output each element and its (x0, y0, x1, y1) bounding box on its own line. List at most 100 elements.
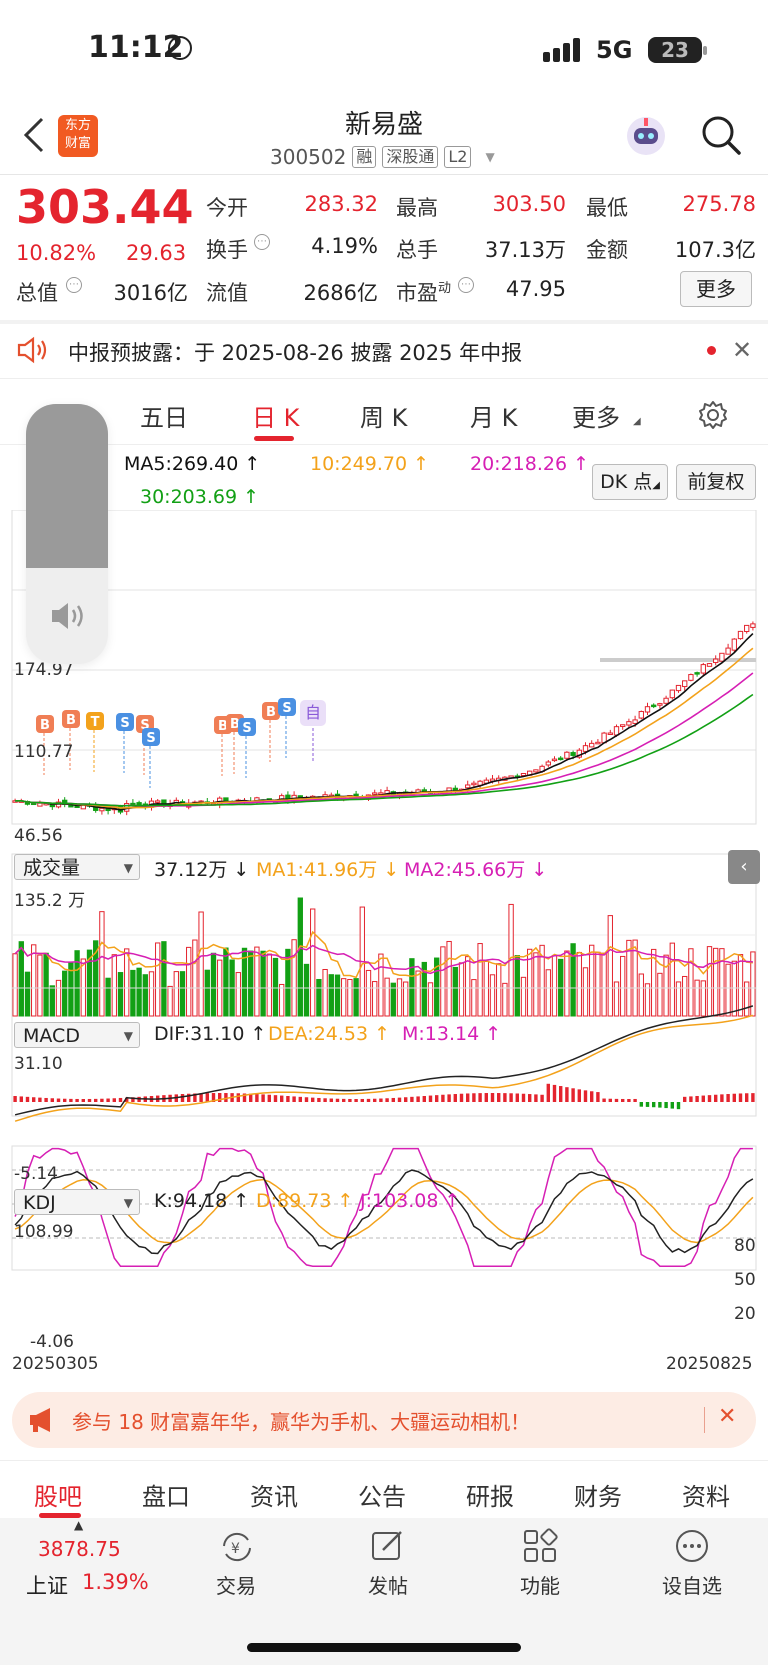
home-indicator[interactable] (247, 1643, 521, 1652)
info-icon[interactable]: ⋯ (254, 234, 270, 250)
trade-icon[interactable]: ¥ (218, 1530, 256, 1564)
close-icon[interactable]: ✕ (732, 336, 752, 364)
info-icon[interactable]: ⋯ (66, 277, 82, 293)
add-watchlist-button[interactable]: 设自选 (642, 1570, 742, 1599)
volume-bar (496, 963, 502, 1017)
tab-financials[interactable]: 财务 (574, 1477, 622, 1512)
volume-bar (477, 943, 483, 1017)
stock-chart[interactable]: B B T S SSB B SB S (0, 510, 768, 1370)
candle-body (688, 674, 694, 681)
tab-five-day[interactable]: 五日 (140, 398, 188, 433)
volume-bar (111, 954, 117, 1017)
tab-order-book[interactable]: 盘口 (142, 1477, 190, 1512)
ma5-label: MA5:269.40 ↑ (124, 453, 261, 475)
ma30-label: 30:203.69 ↑ (140, 486, 260, 508)
candle-body (700, 664, 706, 674)
compose-icon[interactable] (370, 1528, 406, 1564)
grid-apps-icon[interactable] (522, 1528, 558, 1564)
volume-bar (403, 981, 409, 1017)
candle-body (465, 784, 471, 789)
tab-more[interactable]: 更多 (572, 398, 620, 433)
volume-bar (545, 969, 551, 1017)
functions-button[interactable]: 功能 (490, 1570, 590, 1599)
volume-bar (719, 948, 725, 1017)
candle-body (719, 652, 725, 662)
dk-point-button[interactable]: DK 点◢ (592, 464, 668, 500)
volume-bar (124, 948, 130, 1017)
tab-monthly-k[interactable]: 月 K (470, 398, 517, 433)
tab-research[interactable]: 研报 (466, 1477, 514, 1512)
turnover-label: 换手 (206, 238, 248, 262)
search-icon[interactable] (700, 114, 742, 156)
close-icon[interactable]: ✕ (718, 1404, 736, 1429)
promo-text: 参与 18 财富嘉年华，赢华为手机、大疆运动相机！ (72, 1410, 531, 1434)
tab-daily-k[interactable]: 日 K (252, 398, 299, 433)
current-price: 303.44 (16, 180, 194, 234)
network-label: 5G (596, 36, 633, 64)
volume-bar (80, 958, 86, 1017)
tab-profile[interactable]: 资料 (682, 1477, 730, 1512)
candle-body (613, 726, 620, 736)
volume-bar (613, 981, 620, 1017)
volume-bar (731, 960, 737, 1017)
tab-guba[interactable]: 股吧 (34, 1477, 82, 1512)
candle-body (607, 732, 613, 735)
volume-bar (694, 979, 700, 1017)
volume-value: 37.13万 (484, 238, 566, 262)
candle-body (725, 647, 731, 655)
kdj-selector[interactable]: KDJ ▼ (14, 1189, 140, 1215)
candle-body (130, 802, 136, 806)
volume-bar (334, 974, 341, 1017)
volume-bar (55, 979, 62, 1017)
info-icon[interactable]: ⋯ (458, 277, 474, 293)
volume-bar (706, 946, 713, 1017)
candle-body (626, 721, 632, 726)
volume-selector[interactable]: 成交量 ▼ (14, 854, 140, 880)
candle-body (533, 769, 539, 773)
ma10-label: 10:249.70 ↑ (310, 453, 430, 475)
volume-bar (533, 952, 539, 1017)
main-grid (11, 510, 757, 825)
signal-letter: S (242, 721, 251, 736)
tab-news[interactable]: 资讯 (250, 1477, 298, 1512)
index-value[interactable]: 3878.75 (38, 1537, 121, 1561)
more-dots-icon[interactable] (674, 1528, 710, 1564)
macd-selector[interactable]: MACD ▼ (14, 1022, 140, 1048)
high-value: 303.50 (492, 192, 566, 216)
volume-bar (148, 971, 155, 1017)
pe-value: 47.95 (505, 277, 566, 301)
collapse-panel-button[interactable]: ‹ (728, 850, 760, 884)
candle-body (545, 761, 551, 766)
volume-bar (582, 967, 589, 1017)
adjust-button[interactable]: 前复权 (676, 464, 756, 500)
kdj-level-50: 50 (734, 1270, 756, 1290)
volume-bar (347, 978, 353, 1017)
volume-bar (316, 978, 322, 1017)
volume-bar (167, 985, 173, 1017)
trade-button[interactable]: 交易 (186, 1570, 286, 1599)
robot-assistant-icon[interactable] (624, 114, 668, 158)
tab-announcements[interactable]: 公告 (358, 1477, 406, 1512)
volume-bar (198, 911, 204, 1017)
volume-bar (353, 978, 359, 1017)
volume-bar (620, 955, 626, 1017)
high-label: 最高 (396, 196, 438, 220)
stock-code-row[interactable]: 300502 融 深股通 L2 ▼ (270, 145, 495, 169)
volume-bar (74, 950, 80, 1017)
tab-weekly-k[interactable]: 周 K (360, 398, 407, 433)
stock-code: 300502 (270, 145, 347, 169)
volume-bar (192, 939, 198, 1017)
more-button[interactable]: 更多 (680, 271, 752, 307)
gear-icon[interactable] (698, 400, 728, 430)
candle-body (558, 757, 564, 761)
system-volume-overlay[interactable] (26, 404, 108, 664)
post-button[interactable]: 发帖 (338, 1570, 438, 1599)
volume-bar (18, 941, 24, 1017)
candle-body (551, 758, 558, 762)
volume-bar (328, 974, 334, 1017)
volume-bar (644, 983, 651, 1017)
date-end: 20250825 (666, 1354, 753, 1374)
volume-bar (384, 977, 390, 1017)
speaker-icon (52, 603, 83, 629)
trade-signals: B B T S SSB B SB S (36, 698, 314, 788)
